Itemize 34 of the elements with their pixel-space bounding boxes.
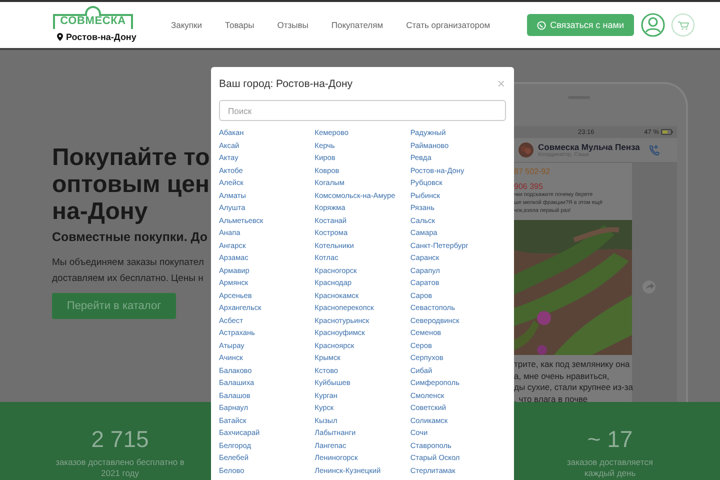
battery-icon (661, 129, 673, 135)
chat-title: Совмеска Мульча Пенза (538, 142, 640, 152)
hero-title-line: на-Дону (52, 198, 148, 225)
logo[interactable]: СОВМЕСКА (53, 4, 133, 28)
search-field[interactable]: Поиск (219, 100, 506, 121)
forward-icon (642, 280, 656, 294)
stat-label: заказов доставлено бесплатно в 2021 году (54, 457, 186, 479)
chat-avatar (518, 142, 534, 158)
nav-link[interactable]: Закупки (171, 20, 202, 30)
nav-link[interactable]: Отзывы (277, 20, 308, 30)
stat-label: заказов доставляется каждый день (566, 457, 654, 479)
stat-number: 2 715 (91, 426, 149, 452)
nav-link[interactable]: Товары (225, 20, 254, 30)
sender-name: 87 502-92 (514, 167, 552, 176)
user-account-icon[interactable] (641, 13, 666, 37)
stat-number: ~ 17 (587, 426, 633, 452)
nav-link[interactable]: Стать организатором (406, 20, 490, 30)
message-line: трите, как под землянику она (514, 359, 631, 370)
cart-icon[interactable] (671, 13, 696, 37)
hero-title-line: Покупайте то (52, 144, 210, 171)
message-line: а, мне очень нравиться, (514, 370, 610, 382)
chat-bubble-icon (537, 20, 546, 30)
modal-title: Ваш город: Ростов-на-Дону (219, 78, 353, 90)
hero-title-line: оптовым цен (52, 171, 210, 198)
location-pin-icon (57, 32, 63, 40)
nav-link[interactable]: Покупателям (331, 20, 384, 30)
hero-paragraph-line: доставляем их бесплатно. Цены н (52, 272, 204, 286)
hero-paragraph-line: Мы объединяем заказы покупател (52, 256, 204, 270)
call-icon (648, 144, 660, 156)
contact-button[interactable]: Связаться с нами (527, 14, 634, 36)
message-line: ды сухие, стали крупнее из-за (514, 382, 632, 394)
sender-name: 906 395 (514, 182, 544, 191)
city-selector[interactable]: Ростов-на-Дону (66, 32, 136, 42)
hero-subtitle: Совместные покупки. До (52, 230, 208, 244)
